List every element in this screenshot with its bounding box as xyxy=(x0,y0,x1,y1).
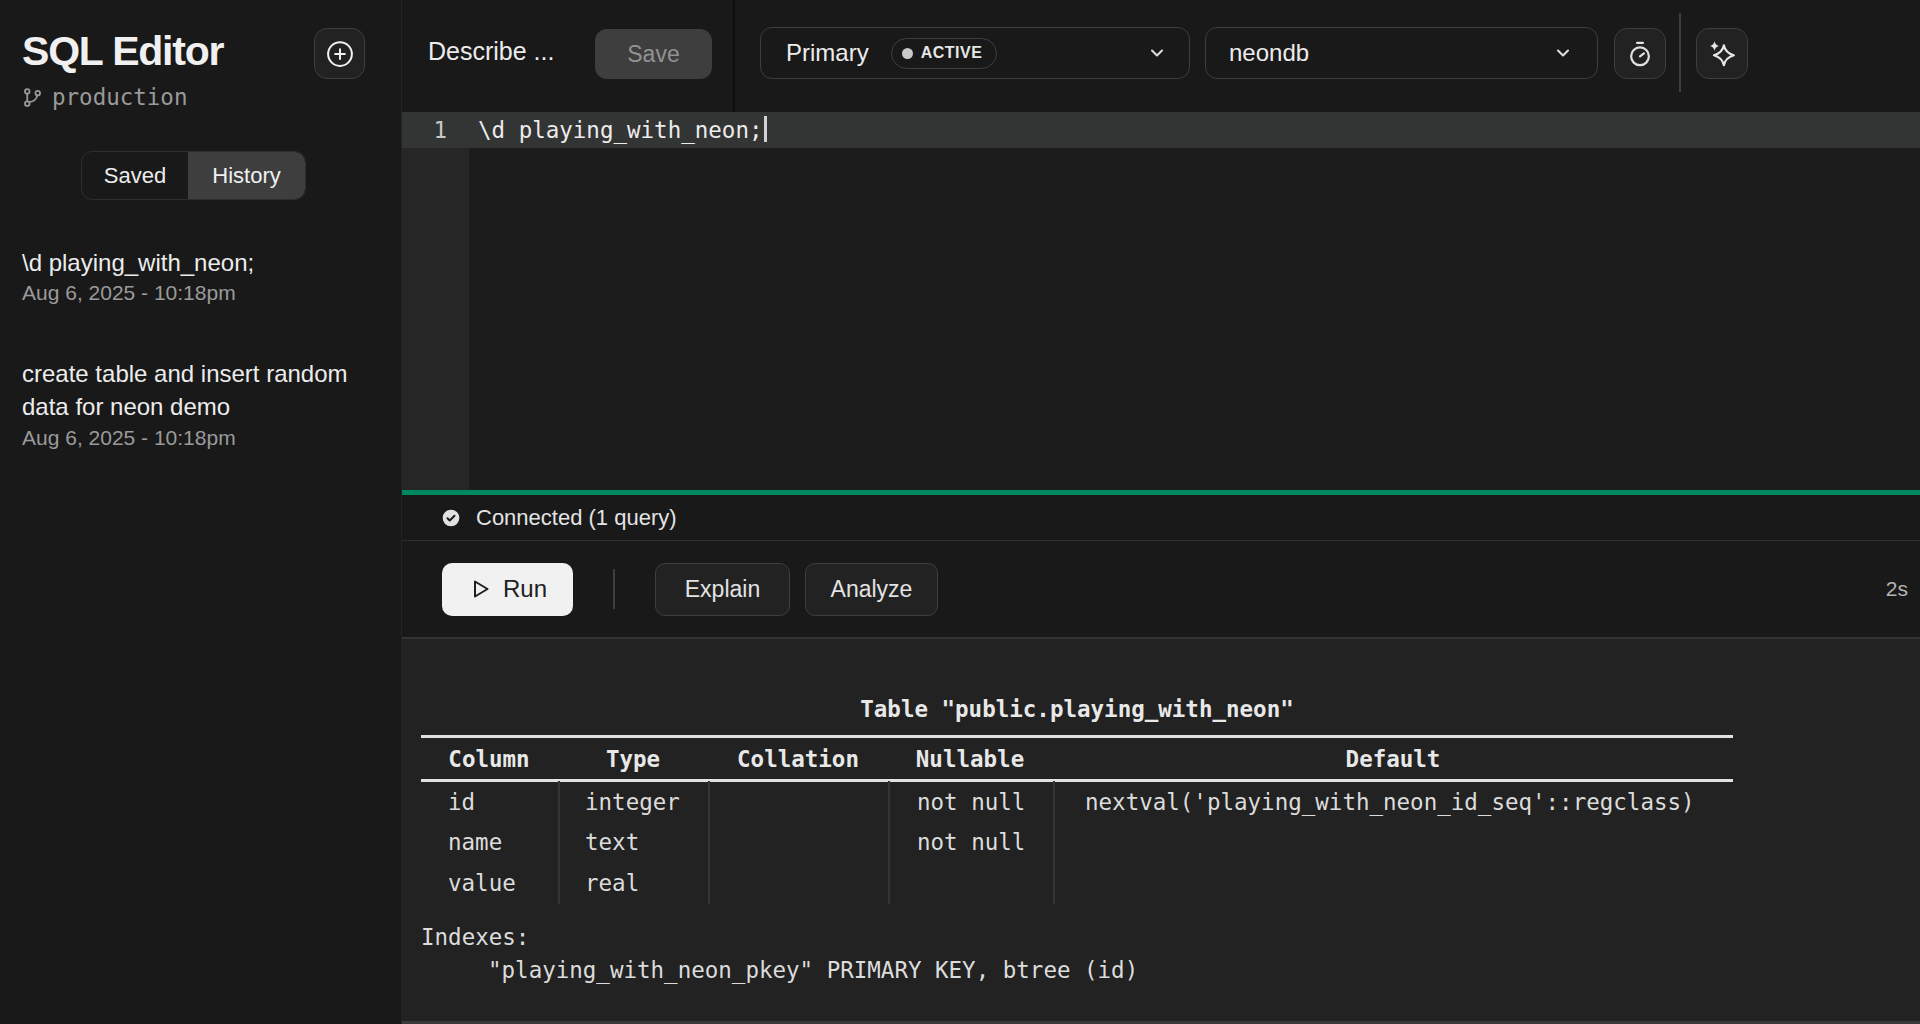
plus-circle-icon xyxy=(325,39,355,69)
cell-column: value xyxy=(448,872,516,895)
git-branch-icon xyxy=(22,87,43,108)
cell-type: integer xyxy=(585,791,680,814)
page-title: SQL Editor xyxy=(22,28,223,75)
tab-saved[interactable]: Saved xyxy=(82,152,188,199)
col-separator xyxy=(888,781,890,904)
cell-type: real xyxy=(585,872,639,895)
chevron-down-icon xyxy=(1147,43,1167,63)
col-separator xyxy=(708,781,710,904)
index-entry: "playing_with_neon_pkey" PRIMARY KEY, bt… xyxy=(488,959,1138,982)
result-table-title: Table "public.playing_with_neon" xyxy=(421,698,1733,721)
history-item-date: Aug 6, 2025 - 10:18pm xyxy=(22,426,236,450)
line-number: 1 xyxy=(402,112,469,148)
editor-toolbar: Describe ... Save Primary ACTIVE neondb xyxy=(402,0,1920,112)
explain-button[interactable]: Explain xyxy=(655,563,790,616)
query-history-button[interactable] xyxy=(1614,28,1666,79)
toolbar-divider xyxy=(1679,13,1681,92)
query-duration: 2s xyxy=(1886,577,1908,601)
sql-editor-app: SQL Editor production Saved History \d p… xyxy=(0,0,1920,1024)
col-separator xyxy=(558,781,560,904)
branch-name: production xyxy=(52,84,187,110)
indexes-label: Indexes: xyxy=(421,926,529,949)
table-rule-top xyxy=(421,735,1733,738)
main-panel: Describe ... Save Primary ACTIVE neondb xyxy=(402,0,1920,1024)
col-header-column: Column xyxy=(448,748,529,771)
toolbar-divider xyxy=(733,0,735,112)
history-item-title[interactable]: create table and insert random data for … xyxy=(22,357,374,423)
cell-column: id xyxy=(448,791,475,814)
connection-status-text: Connected (1 query) xyxy=(476,505,677,531)
save-button[interactable]: Save xyxy=(595,29,712,79)
play-icon xyxy=(468,577,492,601)
analyze-button[interactable]: Analyze xyxy=(805,563,938,616)
col-separator xyxy=(1053,781,1055,904)
history-item-date: Aug 6, 2025 - 10:18pm xyxy=(22,281,236,305)
text-cursor xyxy=(764,116,767,142)
cell-default: nextval('playing_with_neon_id_seq'::regc… xyxy=(1085,791,1695,814)
query-tab-title: Describe ... xyxy=(428,37,554,66)
branch-select[interactable]: Primary ACTIVE xyxy=(760,27,1190,79)
database-select-value: neondb xyxy=(1229,39,1309,67)
new-query-button[interactable] xyxy=(314,28,365,79)
history-item-title[interactable]: \d playing_with_neon; xyxy=(22,246,254,279)
table-rule-header xyxy=(421,779,1733,782)
status-dot-icon xyxy=(902,48,913,59)
code-editor[interactable]: 1 \d playing_with_neon; xyxy=(402,112,1920,490)
run-button[interactable]: Run xyxy=(442,563,573,616)
tab-history[interactable]: History xyxy=(188,152,305,199)
cell-column: name xyxy=(448,831,502,854)
editor-gutter xyxy=(402,112,469,490)
check-circle-icon xyxy=(441,508,461,528)
database-select[interactable]: neondb xyxy=(1205,27,1598,79)
cell-nullable: not null xyxy=(917,831,1025,854)
sidebar-tabs: Saved History xyxy=(81,151,306,200)
cell-nullable: not null xyxy=(917,791,1025,814)
ai-assist-button[interactable] xyxy=(1696,28,1748,79)
branch-select-value: Primary xyxy=(786,39,869,67)
code-line: \d playing_with_neon; xyxy=(478,112,767,148)
cell-type: text xyxy=(585,831,639,854)
sparkles-icon xyxy=(1707,39,1737,69)
stopwatch-icon xyxy=(1626,40,1654,68)
active-badge: ACTIVE xyxy=(891,38,998,69)
col-header-nullable: Nullable xyxy=(916,748,1024,771)
branch-indicator: production xyxy=(22,84,187,110)
chevron-down-icon xyxy=(1553,43,1573,63)
actions-divider xyxy=(613,569,615,609)
col-header-collation: Collation xyxy=(737,748,859,771)
results-panel: Table "public.playing_with_neon" Column … xyxy=(402,639,1920,1024)
sidebar: SQL Editor production Saved History \d p… xyxy=(0,0,402,1024)
connection-status-bar: Connected (1 query) xyxy=(402,495,1920,541)
col-header-default: Default xyxy=(1346,748,1441,771)
actions-bar: Run Explain Analyze 2s xyxy=(402,541,1920,639)
col-header-type: Type xyxy=(606,748,660,771)
